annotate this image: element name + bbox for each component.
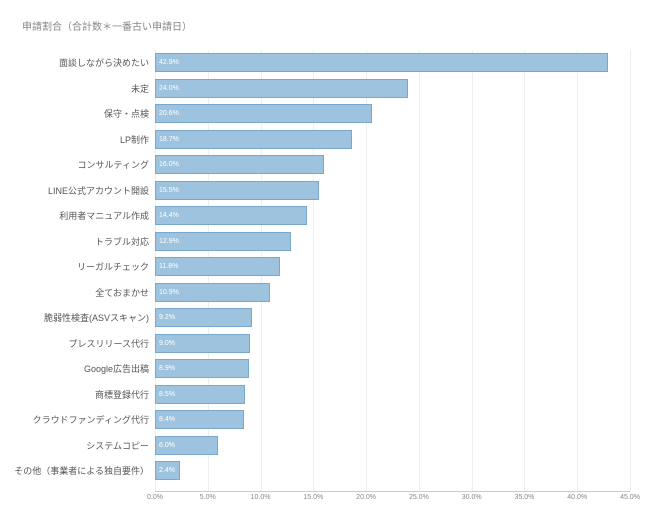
category-label: 面談しながら決めたい	[0, 56, 155, 69]
bar-row: 全ておまかせ 10.9%	[0, 280, 630, 306]
bar: 11.8%	[155, 257, 280, 276]
bar-area: 12.9%	[155, 229, 630, 255]
bar-area: 14.4%	[155, 203, 630, 229]
category-label: 全ておまかせ	[0, 286, 155, 299]
bar-area: 42.9%	[155, 50, 630, 76]
bar-value-label: 42.9%	[159, 59, 179, 66]
bar-value-label: 9.0%	[159, 340, 175, 347]
bar: 14.4%	[155, 206, 307, 225]
category-label: Google広告出稿	[0, 362, 155, 375]
bar: 9.2%	[155, 308, 252, 327]
category-label: その他（事業者による独自要件）	[0, 464, 155, 477]
bar-row: トラブル対応 12.9%	[0, 229, 630, 255]
bar-area: 10.9%	[155, 280, 630, 306]
bar: 6.0%	[155, 436, 218, 455]
x-tick-label: 40.0%	[567, 494, 587, 501]
bar-row: 面談しながら決めたい 42.9%	[0, 50, 630, 76]
bar: 10.9%	[155, 283, 270, 302]
bar-value-label: 10.9%	[159, 289, 179, 296]
x-tick-label: 0.0%	[147, 494, 163, 501]
chart-title: 申請割合（合計数＊一番古い申請日）	[22, 18, 192, 33]
x-tick-label: 20.0%	[356, 494, 376, 501]
category-label: 保守・点検	[0, 107, 155, 120]
bar-area: 18.7%	[155, 127, 630, 153]
bar-value-label: 16.0%	[159, 161, 179, 168]
x-axis: 0.0%5.0%10.0%15.0%20.0%25.0%30.0%35.0%40…	[155, 491, 630, 507]
bar: 20.6%	[155, 104, 372, 123]
bar-value-label: 24.0%	[159, 85, 179, 92]
bar-area: 2.4%	[155, 458, 630, 484]
bar-value-label: 8.4%	[159, 416, 175, 423]
category-label: トラブル対応	[0, 235, 155, 248]
bar: 18.7%	[155, 130, 352, 149]
x-tick-label: 30.0%	[462, 494, 482, 501]
bar: 42.9%	[155, 53, 608, 72]
bar-area: 9.2%	[155, 305, 630, 331]
x-tick-label: 25.0%	[409, 494, 429, 501]
category-label: 利用者マニュアル作成	[0, 209, 155, 222]
bar-row: LP制作 18.7%	[0, 127, 630, 153]
bar-value-label: 9.2%	[159, 314, 175, 321]
bar-value-label: 6.0%	[159, 442, 175, 449]
bar-row: Google広告出稿 8.9%	[0, 356, 630, 382]
bar-row: 未定 24.0%	[0, 76, 630, 102]
category-label: LINE公式アカウント開設	[0, 184, 155, 197]
bar: 8.9%	[155, 359, 249, 378]
bar-area: 20.6%	[155, 101, 630, 127]
bar-area: 11.8%	[155, 254, 630, 280]
category-label: クラウドファンディング代行	[0, 413, 155, 426]
bar-row: リーガルチェック 11.8%	[0, 254, 630, 280]
bar-value-label: 15.5%	[159, 187, 179, 194]
bar-area: 24.0%	[155, 76, 630, 102]
bar-value-label: 11.8%	[159, 263, 178, 270]
bar-row: その他（事業者による独自要件） 2.4%	[0, 458, 630, 484]
bar-area: 9.0%	[155, 331, 630, 357]
x-tick-label: 35.0%	[515, 494, 535, 501]
bar: 8.5%	[155, 385, 245, 404]
bar-row: 商標登録代行 8.5%	[0, 382, 630, 408]
x-tick-label: 10.0%	[251, 494, 271, 501]
bar-value-label: 18.7%	[159, 136, 179, 143]
bar-area: 16.0%	[155, 152, 630, 178]
bar-area: 8.5%	[155, 382, 630, 408]
category-label: 未定	[0, 82, 155, 95]
bar-area: 6.0%	[155, 433, 630, 459]
bar: 8.4%	[155, 410, 244, 429]
bar: 2.4%	[155, 461, 180, 480]
bar-area: 8.9%	[155, 356, 630, 382]
bar-row: コンサルティング 16.0%	[0, 152, 630, 178]
bar-value-label: 12.9%	[159, 238, 179, 245]
bar-value-label: 8.9%	[159, 365, 175, 372]
bar-value-label: 2.4%	[159, 467, 175, 474]
bar-row: LINE公式アカウント開設 15.5%	[0, 178, 630, 204]
category-label: 脆弱性検査(ASVスキャン)	[0, 311, 155, 324]
bar-row: 保守・点検 20.6%	[0, 101, 630, 127]
bar: 15.5%	[155, 181, 319, 200]
chart-plot-area: 面談しながら決めたい 42.9% 未定 24.0% 保守・点検 20.6% LP制作 18.7…	[0, 50, 630, 491]
bar: 24.0%	[155, 79, 408, 98]
category-label: コンサルティング	[0, 158, 155, 171]
x-tick-label: 5.0%	[200, 494, 216, 501]
category-label: リーガルチェック	[0, 260, 155, 273]
bar-row: システムコピー 6.0%	[0, 433, 630, 459]
bar: 16.0%	[155, 155, 324, 174]
category-label: LP制作	[0, 133, 155, 146]
category-label: システムコピー	[0, 439, 155, 452]
bar-area: 8.4%	[155, 407, 630, 433]
bar-value-label: 8.5%	[159, 391, 175, 398]
bar-value-label: 14.4%	[159, 212, 179, 219]
category-label: プレスリリース代行	[0, 337, 155, 350]
bar-row: 利用者マニュアル作成 14.4%	[0, 203, 630, 229]
gridline	[630, 50, 631, 491]
bar-row: プレスリリース代行 9.0%	[0, 331, 630, 357]
category-label: 商標登録代行	[0, 388, 155, 401]
bar: 12.9%	[155, 232, 291, 251]
bar: 9.0%	[155, 334, 250, 353]
bar-area: 15.5%	[155, 178, 630, 204]
bar-row: 脆弱性検査(ASVスキャン) 9.2%	[0, 305, 630, 331]
bar-value-label: 20.6%	[159, 110, 179, 117]
x-tick-label: 45.0%	[620, 494, 640, 501]
x-tick-label: 15.0%	[303, 494, 323, 501]
bar-row: クラウドファンディング代行 8.4%	[0, 407, 630, 433]
